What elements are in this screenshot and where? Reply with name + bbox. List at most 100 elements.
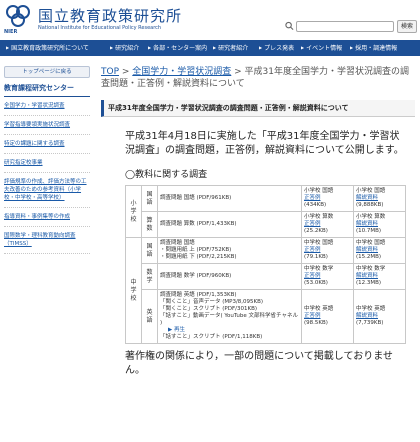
guide-link[interactable]: 解説資料 [356,313,378,319]
sidebar-item-evaluation-references[interactable]: 評価規準の作成、評価方法等の工夫改善のための参考資料（小学校・中学校・高等学校） [4,173,90,208]
table-row: 英語 調査問題 英語 (PDF/1,353KB) 「聞くこと」音声データ (MP… [126,289,406,344]
answer-label: 中学校 数学 [304,266,334,272]
problem-cell: 調査問題 数学 (PDF/960KB) [157,263,302,290]
answer-label: 中学校 国語 [304,240,334,246]
sidebar-item-teaching-materials[interactable]: 指導資料・事例集等の作成 [4,208,90,227]
site-title[interactable]: 国立教育政策研究所 [38,5,182,26]
guide-link[interactable]: 解説資料 [356,247,378,253]
exam-materials-table: 小学校 国語 調査問題 国語 (PDF/961KB) 小学校 国語 正答例 (4… [125,185,406,344]
answer-cell: 中学校 数学 正答例 (53.0KB) [301,263,354,290]
guide-cell: 小学校 算数 解説資料 (10.7MB) [353,211,406,238]
answer-size: (53.0KB) [304,280,328,286]
global-nav: 国立教育政策研究所について 研究紹介 各部・センター案内 研究者紹介 プレス発表… [0,40,420,56]
problem-link[interactable]: 調査問題 数学 (PDF/960KB) [160,273,299,280]
sidebar-item-designated-schools[interactable]: 研究指定校事業 [4,154,90,173]
script-link[interactable]: 「話すこと」スクリプト (PDF/1,118KB) [160,334,299,341]
answer-cell: 中学校 国語 正答例 (79.1KB) [301,237,354,264]
answer-link[interactable]: 正答例 [304,195,321,201]
guide-cell: 中学校 国語 解説資料 (15.2MB) [353,237,406,264]
answer-label: 中学校 英語 [304,306,334,312]
nav-item-researchers[interactable]: 研究者紹介 [213,40,248,56]
copyright-note: 著作権の関係により，一部の問題について掲載しておりません。 [125,351,393,376]
back-to-top-button[interactable]: トップページに戻る [4,66,90,78]
answer-link[interactable]: 正答例 [304,247,321,253]
subject-cell: 国語 [141,185,158,212]
guide-cell: 小学校 国語 解説資料 (9,888KB) [353,185,406,212]
search-icon [285,21,294,30]
breadcrumb: TOP > 全国学力・学習状況調査 > 平成31年度全国学力・学習状況調査の調査… [101,66,415,90]
table-row: 小学校 国語 調査問題 国語 (PDF/961KB) 小学校 国語 正答例 (4… [125,185,406,238]
sidebar-item-timss[interactable]: 国際数学・理科教育動向調査（TIMSS） [4,227,90,254]
breadcrumb-separator: > [119,67,133,77]
grade-elementary: 小学校 [125,185,142,238]
sidebar-item-specific-issues[interactable]: 特定の課題に関する調査 [4,135,90,154]
guide-label: 小学校 国語 [356,188,386,194]
problem-cell: 調査問題 国語 (PDF/961KB) [157,185,302,212]
answer-size: (25.2KB) [304,228,328,234]
answer-cell: 小学校 国語 正答例 (434KB) [301,185,354,212]
answer-link[interactable]: 正答例 [304,221,321,227]
sidebar-item-national-survey[interactable]: 全国学力・学習状況調査 [4,97,90,116]
problem-link[interactable]: ・問題用紙 下 (PDF/2,215KB) [160,254,299,261]
guide-size: (9,888KB) [356,202,384,208]
play-button[interactable]: ▶ 再生 [160,327,299,334]
nav-item-events[interactable]: イベント情報 [301,40,342,56]
search-input[interactable] [296,21,394,32]
subject-cell: 英語 [141,289,158,344]
table-row: 算数 調査問題 算数 (PDF/1,433KB) 小学校 算数 正答例 (25.… [126,211,406,238]
answer-cell: 小学校 算数 正答例 (25.2KB) [301,211,354,238]
audio-link[interactable]: 「聞くこと」音声データ (MP3/8,095KB) [160,299,299,306]
answer-label: 小学校 算数 [304,214,334,220]
subject-cell: 国語 [141,237,158,264]
guide-label: 中学校 英語 [356,306,386,312]
guide-link[interactable]: 解説資料 [356,221,378,227]
nier-label: NIER [4,29,18,35]
nav-item-research[interactable]: 研究紹介 [110,40,139,56]
subject-cell: 数学 [141,263,158,290]
guide-cell: 中学校 数学 解説資料 (12.3MB) [353,263,406,290]
sidebar: トップページに戻る 教育課程研究センター 全国学力・学習状況調査 学習指導要領実… [4,66,90,254]
sidebar-item-curriculum-survey[interactable]: 学習指導要領実施状況調査 [4,116,90,135]
nav-item-recruit[interactable]: 採用・調達情報 [350,40,397,56]
problem-cell: 調査問題 国語 ・問題用紙 上 (PDF/752KB) ・問題用紙 下 (PDF… [157,237,302,264]
problem-cell: 調査問題 算数 (PDF/1,433KB) [157,211,302,238]
guide-size: (10.7MB) [356,228,382,234]
guide-size: (7,739KB) [356,320,384,326]
answer-size: (98.5KB) [304,320,328,326]
guide-label: 中学校 数学 [356,266,386,272]
answer-label: 小学校 国語 [304,188,334,194]
search-button[interactable]: 検索 [397,20,417,33]
guide-label: 中学校 国語 [356,240,386,246]
sidebar-title[interactable]: 教育課程研究センター [4,83,90,97]
answer-link[interactable]: 正答例 [304,313,321,319]
site-header: NIER 国立教育政策研究所 National Institute for Ed… [0,0,420,38]
page-heading: 平成31年度全国学力・学習状況調査の調査問題・正答例・解説資料について [101,100,415,117]
guide-label: 小学校 算数 [356,214,386,220]
breadcrumb-parent-link[interactable]: 全国学力・学習状況調査 [132,67,231,77]
section-heading: ◯教科に関する調査 [125,170,208,180]
breadcrumb-top-link[interactable]: TOP [101,67,119,77]
guide-size: (12.3MB) [356,280,382,286]
problem-link[interactable]: 調査問題 算数 (PDF/1,433KB) [160,221,299,228]
main-content: TOP > 全国学力・学習状況調査 > 平成31年度全国学力・学習状況調査の調査… [101,66,415,378]
guide-link[interactable]: 解説資料 [356,273,378,279]
guide-link[interactable]: 解説資料 [356,195,378,201]
answer-link[interactable]: 正答例 [304,273,321,279]
nav-item-departments[interactable]: 各部・センター案内 [148,40,207,56]
video-label: 「話すこと」動画データ( YouTube 文部科学省チャネル ) [160,313,298,326]
answer-cell: 中学校 英語 正答例 (98.5KB) [301,289,354,344]
intro-text: 平成31年4月18日に実施した「平成31年度全国学力・学習状況調査」の調査問題，… [125,131,404,156]
table-row: 中学校 国語 調査問題 国語 ・問題用紙 上 (PDF/752KB) ・問題用紙… [125,237,406,344]
site-subtitle: National Institute for Educational Polic… [38,25,162,31]
guide-size: (15.2MB) [356,254,382,260]
problem-link[interactable]: ・問題用紙 上 (PDF/752KB) [160,247,299,254]
answer-size: (79.1KB) [304,254,328,260]
grade-junior: 中学校 [125,237,142,344]
problem-link[interactable]: 調査問題 英語 (PDF/1,353KB) [160,292,299,299]
nav-item-about[interactable]: 国立教育政策研究所について [6,40,89,56]
script-link[interactable]: 「聞くこと」スクリプト (PDF/301KB) [160,306,299,313]
answer-size: (434KB) [304,202,327,208]
nav-item-press[interactable]: プレス発表 [259,40,294,56]
subject-cell: 算数 [141,211,158,238]
problem-link[interactable]: 調査問題 国語 (PDF/961KB) [160,195,299,202]
